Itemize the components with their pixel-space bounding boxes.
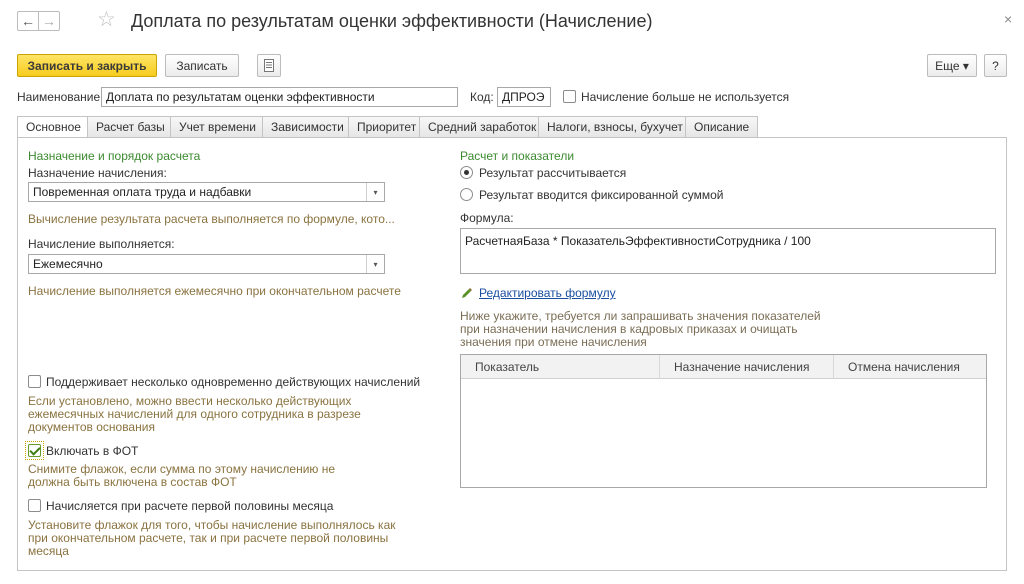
purpose-hint: Вычисление результата расчета выполняетс…: [28, 212, 395, 226]
indicators-hint-3: значения при отмене начисления: [460, 335, 647, 349]
dropdown-arrow-icon[interactable]: ▾: [366, 255, 384, 273]
frequency-hint: Начисление выполняется ежемесячно при ок…: [28, 284, 401, 298]
include-fot-label: Включать в ФОТ: [46, 444, 139, 458]
close-icon[interactable]: ×: [1004, 11, 1012, 27]
include-fot-hint-2: должна быть включена в состав ФОТ: [28, 475, 237, 489]
frequency-value: Ежемесячно: [33, 257, 103, 271]
tab-time-accounting[interactable]: Учет времени: [171, 116, 263, 138]
column-header-assignment[interactable]: Назначение начисления: [660, 355, 834, 379]
purpose-label: Назначение начисления:: [28, 166, 167, 180]
pencil-icon: [462, 288, 472, 298]
help-button[interactable]: ?: [984, 54, 1007, 77]
forward-button[interactable]: →: [38, 11, 60, 31]
multi-accruals-hint-3: документов основания: [28, 420, 155, 434]
result-fixed-label: Результат вводится фиксированной суммой: [479, 188, 724, 202]
formula-label: Формула:: [460, 211, 514, 225]
document-icon: [264, 59, 274, 72]
tab-taxes[interactable]: Налоги, взносы, бухучет: [539, 116, 686, 138]
result-calculated-label: Результат рассчитывается: [479, 166, 627, 180]
edit-formula-link[interactable]: Редактировать формулу: [479, 286, 616, 300]
tab-average-earnings[interactable]: Средний заработок: [420, 116, 539, 138]
code-label: Код:: [470, 90, 494, 104]
tab-main[interactable]: Основное: [17, 116, 88, 138]
indicators-table[interactable]: Показатель Назначение начисления Отмена …: [460, 354, 987, 488]
star-icon[interactable]: ☆: [97, 9, 116, 30]
multi-accruals-checkbox[interactable]: [28, 375, 41, 388]
result-calculated-radio[interactable]: [460, 166, 473, 179]
dropdown-arrow-icon[interactable]: ▾: [366, 183, 384, 201]
first-half-checkbox[interactable]: [28, 499, 41, 512]
first-half-hint-3: месяца: [28, 544, 69, 558]
column-header-indicator[interactable]: Показатель: [461, 355, 660, 379]
not-used-checkbox[interactable]: [563, 90, 576, 103]
first-half-label: Начисляется при расчете первой половины …: [46, 499, 334, 513]
tab-priority[interactable]: Приоритет: [349, 116, 420, 138]
save-and-close-button[interactable]: Записать и закрыть: [17, 54, 157, 77]
formula-field[interactable]: РасчетнаяБаза * ПоказательЭффективностиС…: [460, 228, 996, 274]
tab-description[interactable]: Описание: [686, 116, 758, 138]
save-button[interactable]: Записать: [165, 54, 239, 77]
tab-bar: Основное Расчет базы Учет времени Зависи…: [17, 116, 758, 138]
arrow-left-icon: ←: [21, 13, 35, 29]
first-half-hint-2: при окончательном расчете, так и при рас…: [28, 531, 389, 545]
tab-dependencies[interactable]: Зависимости: [263, 116, 349, 138]
frequency-select[interactable]: Ежемесячно ▾: [28, 254, 385, 274]
result-fixed-radio[interactable]: [460, 188, 473, 201]
left-section-title: Назначение и порядок расчета: [28, 149, 201, 163]
code-field[interactable]: ДПРОЭ: [497, 87, 551, 107]
include-fot-checkbox[interactable]: [28, 444, 41, 457]
purpose-select[interactable]: Повременная оплата труда и надбавки ▾: [28, 182, 385, 202]
multi-accruals-label: Поддерживает несколько одновременно дейс…: [46, 375, 421, 389]
frequency-label: Начисление выполняется:: [28, 237, 175, 251]
name-field[interactable]: Доплата по результатам оценки эффективно…: [101, 87, 458, 107]
table-header: Показатель Назначение начисления Отмена …: [461, 355, 986, 379]
right-section-title: Расчет и показатели: [460, 149, 575, 163]
window-title: Доплата по результатам оценки эффективно…: [131, 11, 653, 31]
more-menu-button[interactable]: Еще ▾: [927, 54, 977, 77]
back-button[interactable]: ←: [17, 11, 39, 31]
report-button[interactable]: [257, 54, 281, 77]
purpose-value: Повременная оплата труда и надбавки: [33, 185, 252, 199]
not-used-label: Начисление больше не используется: [581, 90, 790, 104]
tab-base-calculation[interactable]: Расчет базы: [88, 116, 171, 138]
column-header-cancellation[interactable]: Отмена начисления: [834, 355, 986, 379]
arrow-right-icon: →: [42, 13, 56, 29]
name-label: Наименование:: [17, 90, 104, 104]
